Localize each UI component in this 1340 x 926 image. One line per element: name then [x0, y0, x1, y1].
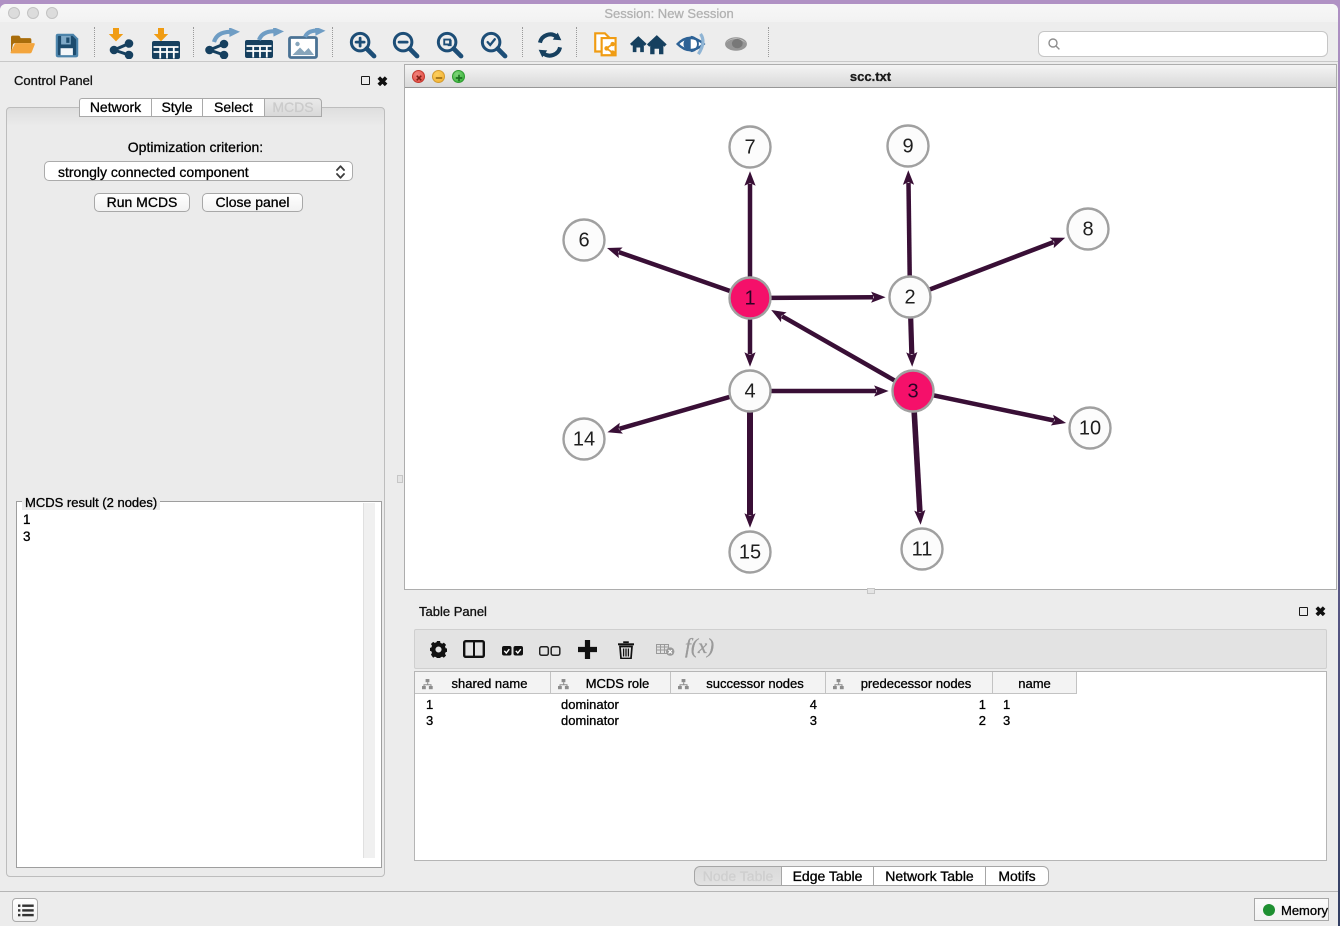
svg-text:10: 10 [1079, 418, 1101, 440]
svg-text:4: 4 [744, 381, 755, 403]
svg-text:14: 14 [573, 429, 595, 451]
svg-text:1: 1 [744, 288, 755, 310]
svg-text:9: 9 [902, 136, 913, 158]
svg-text:11: 11 [912, 539, 933, 561]
svg-text:15: 15 [739, 542, 761, 564]
svg-text:3: 3 [907, 381, 918, 403]
svg-text:7: 7 [744, 137, 755, 159]
svg-text:2: 2 [904, 287, 915, 309]
svg-text:8: 8 [1082, 219, 1093, 241]
svg-text:6: 6 [578, 230, 589, 252]
